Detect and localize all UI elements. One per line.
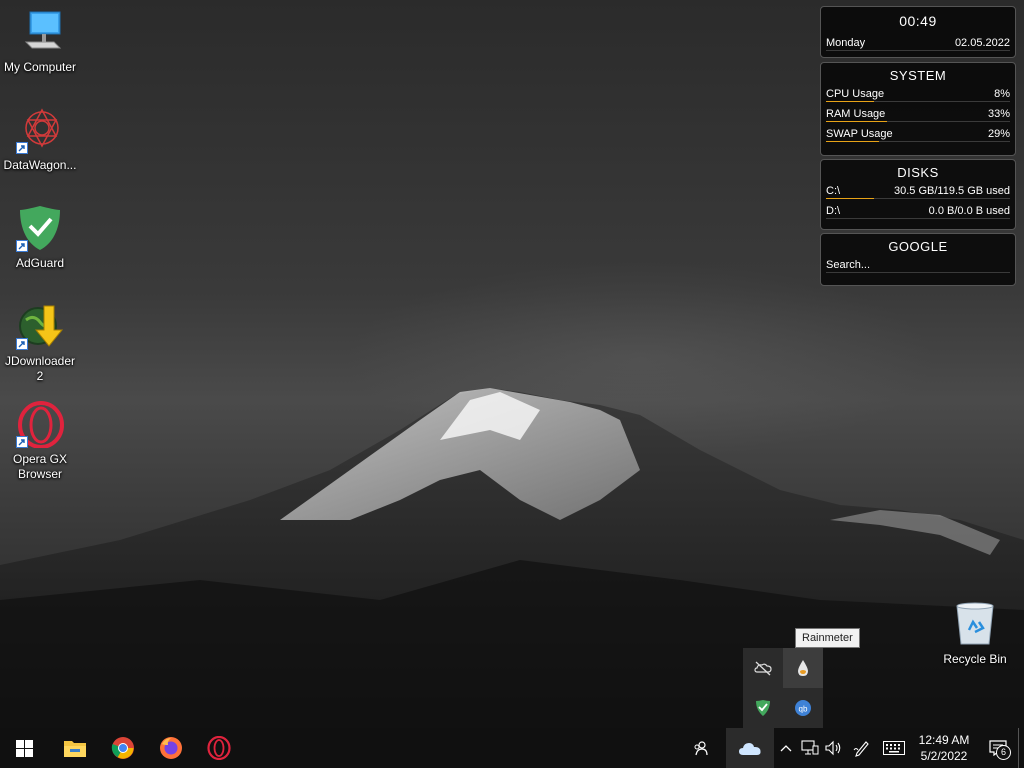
rainmeter-disks-widget: DISKS C:\ 30.5 GB/119.5 GB used D:\ 0.0 …: [820, 159, 1016, 230]
chevron-up-icon: [780, 745, 792, 752]
disk-d-row: D:\ 0.0 B/0.0 B used: [821, 200, 1015, 220]
desktop-icon-adguard[interactable]: AdGuard: [0, 204, 80, 271]
ram-usage-bar: [826, 121, 887, 122]
ram-usage-row: RAM Usage 33%: [821, 103, 1015, 123]
taskbar-file-explorer[interactable]: [51, 728, 99, 768]
swap-usage-bar: [826, 141, 879, 142]
chrome-icon: [111, 737, 134, 759]
rainmeter-system-widget: SYSTEM CPU Usage 8% RAM Usage 33% SWAP U…: [820, 62, 1016, 156]
pen-icon: [853, 741, 869, 757]
adguard-tray-icon[interactable]: [743, 688, 783, 728]
network-icon: [801, 740, 819, 755]
desktop-icon-recycle-bin[interactable]: Recycle Bin: [935, 600, 1015, 667]
taskbar: 12:49 AM 5/2/2022 6: [0, 728, 1024, 768]
taskbar-chrome[interactable]: [99, 728, 147, 768]
taskbar-clock[interactable]: 12:49 AM 5/2/2022: [910, 732, 978, 764]
divider: [826, 50, 1010, 51]
taskbar-time: 12:49 AM: [918, 733, 970, 747]
qbittorrent-icon[interactable]: qb: [783, 688, 823, 728]
rainmeter-icon[interactable]: [783, 648, 823, 688]
divider: [826, 272, 1010, 273]
opera-gx-icon: [16, 400, 64, 449]
clock-time: 00:49: [899, 13, 937, 29]
desktop-icon-my-computer[interactable]: My Computer: [0, 8, 80, 75]
start-icon: [15, 739, 33, 757]
cpu-usage-bar: [826, 101, 874, 102]
file-explorer-icon: [64, 741, 86, 757]
rainmeter-tooltip: Rainmeter: [795, 628, 860, 648]
shortcut-arrow-icon: [16, 436, 28, 448]
jdownloader-icon: [16, 302, 64, 350]
show-hidden-icons-button[interactable]: [774, 728, 798, 768]
desktop-icon-jdownloader[interactable]: JDownloader 2: [0, 302, 80, 384]
desktop-icon-label: Opera GX Browser: [12, 452, 68, 481]
datawagon-icon: [16, 106, 64, 154]
speaker-icon: [825, 740, 841, 756]
onedrive-button[interactable]: [726, 728, 774, 768]
action-center-button[interactable]: 6: [978, 728, 1018, 768]
taskbar-firefox[interactable]: [147, 728, 195, 768]
svg-text:qb: qb: [799, 705, 808, 714]
pen-workspace-button[interactable]: [846, 728, 878, 768]
rainmeter-google-widget: GOOGLE Search...: [820, 233, 1016, 286]
people-icon: [694, 741, 708, 756]
disk-c-bar: [826, 198, 874, 199]
desktop-icon-label: JDownloader 2: [4, 354, 76, 383]
touch-keyboard-button[interactable]: [878, 728, 910, 768]
desktop-icon-datawagon[interactable]: DataWagon...: [0, 106, 80, 173]
shortcut-arrow-icon: [16, 338, 28, 350]
clock-date-row: Monday 02.05.2022: [821, 32, 1015, 52]
shortcut-arrow-icon: [16, 142, 28, 154]
keyboard-icon: [883, 741, 905, 755]
divider: [826, 218, 1010, 219]
firefox-icon: [160, 737, 182, 759]
tray-overflow-flyout: qb: [743, 648, 823, 728]
desktop-icon-label: DataWagon...: [3, 158, 77, 172]
desktop-icon-label: AdGuard: [15, 256, 65, 270]
notification-count-badge: 6: [996, 745, 1011, 760]
recycle-bin-icon: [951, 600, 999, 648]
adguard-icon: [16, 204, 64, 252]
start-button[interactable]: [0, 728, 48, 768]
onedrive-icon: [739, 743, 761, 755]
system-title: SYSTEM: [889, 68, 947, 83]
desktop[interactable]: My Computer DataWagon... AdGuard JDownlo…: [0, 0, 1024, 728]
taskbar-opera-gx[interactable]: [195, 728, 243, 768]
taskbar-date: 5/2/2022: [920, 749, 968, 763]
people-button[interactable]: [674, 728, 726, 768]
disk-c-row: C:\ 30.5 GB/119.5 GB used: [821, 180, 1015, 200]
rainmeter-clock-widget: 00:49 Monday 02.05.2022: [820, 6, 1016, 58]
disks-title: DISKS: [897, 165, 939, 180]
google-title: GOOGLE: [888, 239, 948, 254]
system-tray: 12:49 AM 5/2/2022 6: [674, 728, 1024, 768]
desktop-icon-opera-gx[interactable]: Opera GX Browser: [0, 400, 80, 482]
shortcut-arrow-icon: [16, 240, 28, 252]
volume-button[interactable]: [822, 728, 846, 768]
google-search-row[interactable]: Search...: [821, 254, 1015, 274]
computer-icon: [16, 8, 64, 56]
desktop-icon-label: Recycle Bin: [943, 652, 1007, 666]
desktop-icon-label: My Computer: [3, 60, 77, 74]
onedrive-off-icon[interactable]: [743, 648, 783, 688]
swap-usage-row: SWAP Usage 29%: [821, 123, 1015, 143]
network-button[interactable]: [798, 728, 822, 768]
cpu-usage-row: CPU Usage 8%: [821, 83, 1015, 103]
opera-gx-icon: [207, 736, 231, 760]
show-desktop-button[interactable]: [1018, 728, 1024, 768]
